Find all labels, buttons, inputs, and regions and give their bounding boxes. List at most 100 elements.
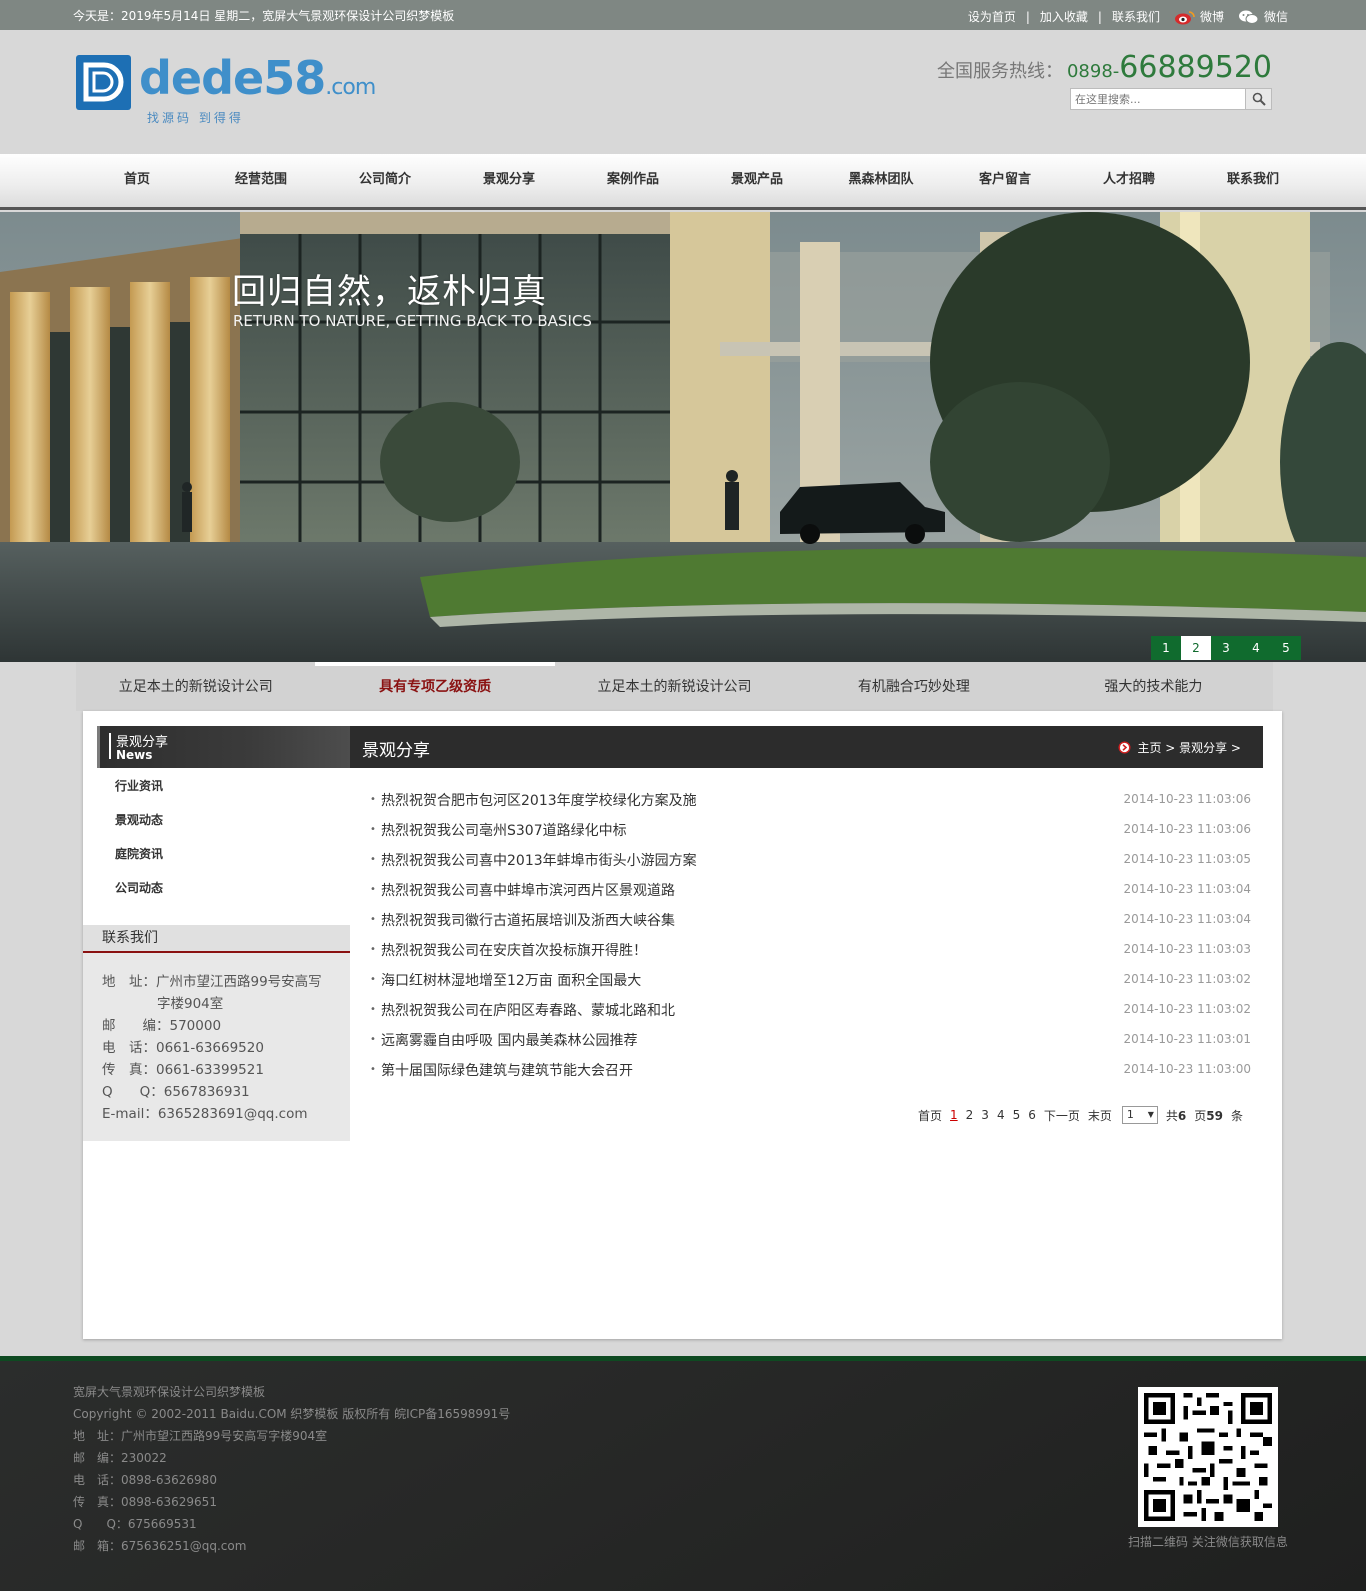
list-item[interactable]: • 第十届国际绿色建筑与建筑节能大会召开 2014-10-23 11:03:00: [364, 1056, 1251, 1086]
nav-item-landscape-share[interactable]: 景观分享: [447, 154, 571, 206]
footer-fax: 传 真：0898-63629651: [73, 1495, 217, 1509]
banner-page-5[interactable]: 5: [1271, 636, 1301, 660]
footer-email: 邮 箱：675636251@qq.com: [73, 1539, 247, 1553]
sidebar-item-industry-news[interactable]: 行业资讯: [83, 769, 350, 803]
news-title[interactable]: 热烈祝贺我公司亳州S307道路绿化中标: [381, 820, 627, 840]
contact-title: 联系我们: [83, 925, 350, 953]
search-button[interactable]: [1246, 88, 1272, 110]
main-content: 景观分享 主页 > 景观分享 > • 热烈祝贺合肥市包河区2013年度学校绿化方案…: [350, 726, 1263, 1124]
nav-item-business-scope[interactable]: 经营范围: [199, 154, 323, 206]
page-select[interactable]: 1: [1121, 1106, 1158, 1124]
qr-caption: 扫描二维码 关注微信获取信息: [1128, 1535, 1288, 1549]
top-bar: 今天是：2019年5月14日 星期二，宽屏大气景观环保设计公司织梦模板 设为首页…: [0, 0, 1366, 30]
feature-tab-4[interactable]: 有机融合巧妙处理: [794, 662, 1033, 711]
news-title[interactable]: 热烈祝贺我司徽行古道拓展培训及浙西大峡谷集: [381, 910, 675, 930]
news-title[interactable]: 第十届国际绿色建筑与建筑节能大会召开: [381, 1060, 633, 1080]
nav-item-jobs[interactable]: 人才招聘: [1067, 154, 1191, 206]
sidebar-item-garden-news[interactable]: 庭院资讯: [83, 837, 350, 871]
list-item[interactable]: • 热烈祝贺我公司在安庆首次投标旗开得胜！ 2014-10-23 11:03:03: [364, 936, 1251, 966]
page-link[interactable]: 2: [966, 1108, 974, 1122]
news-title[interactable]: 热烈祝贺我公司喜中蚌埠市滨河西片区景观道路: [381, 880, 675, 900]
feature-tab-3[interactable]: 立足本土的新锐设计公司: [555, 662, 794, 711]
page-title: 景观分享: [362, 741, 430, 761]
breadcrumb[interactable]: 主页 > 景观分享 >: [1118, 739, 1241, 756]
page-link[interactable]: 5: [1013, 1108, 1021, 1122]
feature-tab-2[interactable]: 具有专项乙级资质: [315, 662, 556, 711]
page-link[interactable]: 3: [981, 1108, 989, 1122]
banner-page-2[interactable]: 2: [1181, 636, 1211, 660]
list-item[interactable]: • 热烈祝贺我公司喜中2013年蚌埠市街头小游园方案 2014-10-23 11:0…: [364, 846, 1251, 876]
banner-page-3[interactable]: 3: [1211, 636, 1241, 660]
footer-qq: Q Q：675669531: [73, 1517, 197, 1531]
page-link[interactable]: 4: [997, 1108, 1005, 1122]
news-list: • 热烈祝贺合肥市包河区2013年度学校绿化方案及施 2014-10-23 11:0…: [364, 786, 1251, 1086]
bullet-icon: •: [370, 974, 376, 985]
nav-item-team[interactable]: 黑森林团队: [819, 154, 943, 206]
search-input[interactable]: [1070, 88, 1246, 110]
list-item[interactable]: • 热烈祝贺我公司亳州S307道路绿化中标 2014-10-23 11:03:06: [364, 816, 1251, 846]
news-title[interactable]: 热烈祝贺我公司在庐阳区寿春路、蒙城北路和北: [381, 1000, 675, 1020]
contact-address-line2: 字楼904室: [157, 996, 224, 1012]
wechat-link[interactable]: 微信: [1238, 8, 1288, 25]
sidebar-item-landscape-news[interactable]: 景观动态: [83, 803, 350, 837]
banner-page-1[interactable]: 1: [1151, 636, 1181, 660]
wechat-icon: [1238, 10, 1259, 24]
banner-page-4[interactable]: 4: [1241, 636, 1271, 660]
bullet-icon: •: [370, 1004, 376, 1015]
page-total: 共6 页59 条: [1165, 1108, 1243, 1123]
news-date: 2014-10-23 11:03:04: [1123, 882, 1251, 896]
news-date: 2014-10-23 11:03:06: [1123, 822, 1251, 836]
add-favorite-link[interactable]: 加入收藏: [1040, 8, 1088, 25]
nav-item-home[interactable]: 首页: [75, 154, 199, 206]
footer: 宽屏大气景观环保设计公司织梦模板 Copyright © 2002-2011 B…: [0, 1356, 1366, 1591]
footer-postcode: 邮 编：230022: [73, 1451, 167, 1465]
contact-us-link[interactable]: 联系我们: [1112, 8, 1160, 25]
news-date: 2014-10-23 11:03:04: [1123, 912, 1251, 926]
news-title[interactable]: 海口红树林湿地增至12万亩 面积全国最大: [381, 970, 641, 990]
bullet-icon: •: [370, 794, 376, 805]
contact-postcode: 邮 编：570000: [102, 1018, 222, 1034]
news-date: 2014-10-23 11:03:01: [1123, 1032, 1251, 1046]
qr-code-icon: [1138, 1387, 1278, 1527]
list-item[interactable]: • 远离雾霾自由呼吸 国内最美森林公园推荐 2014-10-23 11:03:01: [364, 1026, 1251, 1056]
logo-wordmark: dede58.com: [139, 51, 376, 105]
weibo-link[interactable]: 微博: [1174, 8, 1224, 25]
top-links: 设为首页 | 加入收藏 | 联系我们 微博 微信: [968, 8, 1288, 25]
page-last[interactable]: 末页: [1088, 1107, 1112, 1124]
divider: |: [1025, 9, 1030, 24]
sidebar-subtitle: News: [116, 748, 153, 762]
feature-tab-5[interactable]: 强大的技术能力: [1034, 662, 1273, 711]
page-link[interactable]: 6: [1028, 1108, 1036, 1122]
banner-building-image: [0, 212, 1366, 662]
page-next[interactable]: 下一页: [1044, 1107, 1080, 1124]
list-item[interactable]: • 海口红树林湿地增至12万亩 面积全国最大 2014-10-23 11:03:02: [364, 966, 1251, 996]
news-title[interactable]: 远离雾霾自由呼吸 国内最美森林公园推荐: [381, 1030, 637, 1050]
footer-address: 地 址：广州市望江西路99号安高写字楼904室: [73, 1429, 328, 1443]
contact-phone: 电 话：0661-63669520: [102, 1040, 264, 1056]
contact-fax: 传 真：0661-63399521: [102, 1062, 264, 1078]
news-title[interactable]: 热烈祝贺合肥市包河区2013年度学校绿化方案及施: [381, 790, 697, 810]
nav-item-products[interactable]: 景观产品: [695, 154, 819, 206]
feature-tab-1[interactable]: 立足本土的新锐设计公司: [76, 662, 315, 711]
list-item[interactable]: • 热烈祝贺我公司在庐阳区寿春路、蒙城北路和北 2014-10-23 11:03:0…: [364, 996, 1251, 1026]
list-item[interactable]: • 热烈祝贺我公司喜中蚌埠市滨河西片区景观道路 2014-10-23 11:03:0…: [364, 876, 1251, 906]
pagination: 首页 1 2 3 4 5 6 下一页 末页 1 共6页59条: [910, 1106, 1243, 1124]
hero-banner[interactable]: 回归自然，返朴归真 RETURN TO NATURE, GETTING BACK…: [0, 212, 1366, 662]
nav-item-contact[interactable]: 联系我们: [1191, 154, 1315, 206]
nav-item-guestbook[interactable]: 客户留言: [943, 154, 1067, 206]
list-item[interactable]: • 热烈祝贺我司徽行古道拓展培训及浙西大峡谷集 2014-10-23 11:03:0…: [364, 906, 1251, 936]
sidebar-item-company-news[interactable]: 公司动态: [83, 871, 350, 905]
footer-site-name: 宽屏大气景观环保设计公司织梦模板: [73, 1385, 266, 1399]
list-item[interactable]: • 热烈祝贺合肥市包河区2013年度学校绿化方案及施 2014-10-23 11:0…: [364, 786, 1251, 816]
news-date: 2014-10-23 11:03:05: [1123, 852, 1251, 866]
set-homepage-link[interactable]: 设为首页: [968, 8, 1016, 25]
weibo-icon: [1174, 10, 1195, 24]
site-logo[interactable]: dede58.com 找源码 到得得: [76, 51, 376, 126]
nav-item-cases[interactable]: 案例作品: [571, 154, 695, 206]
news-title[interactable]: 热烈祝贺我公司喜中2013年蚌埠市街头小游园方案: [381, 850, 697, 870]
page-first[interactable]: 首页: [918, 1107, 942, 1124]
news-title[interactable]: 热烈祝贺我公司在安庆首次投标旗开得胜！: [381, 940, 647, 960]
bullet-icon: •: [370, 884, 376, 895]
nav-item-company-intro[interactable]: 公司简介: [323, 154, 447, 206]
footer-copyright: Copyright © 2002-2011 Baidu.COM 织梦模板 版权所…: [73, 1407, 511, 1421]
